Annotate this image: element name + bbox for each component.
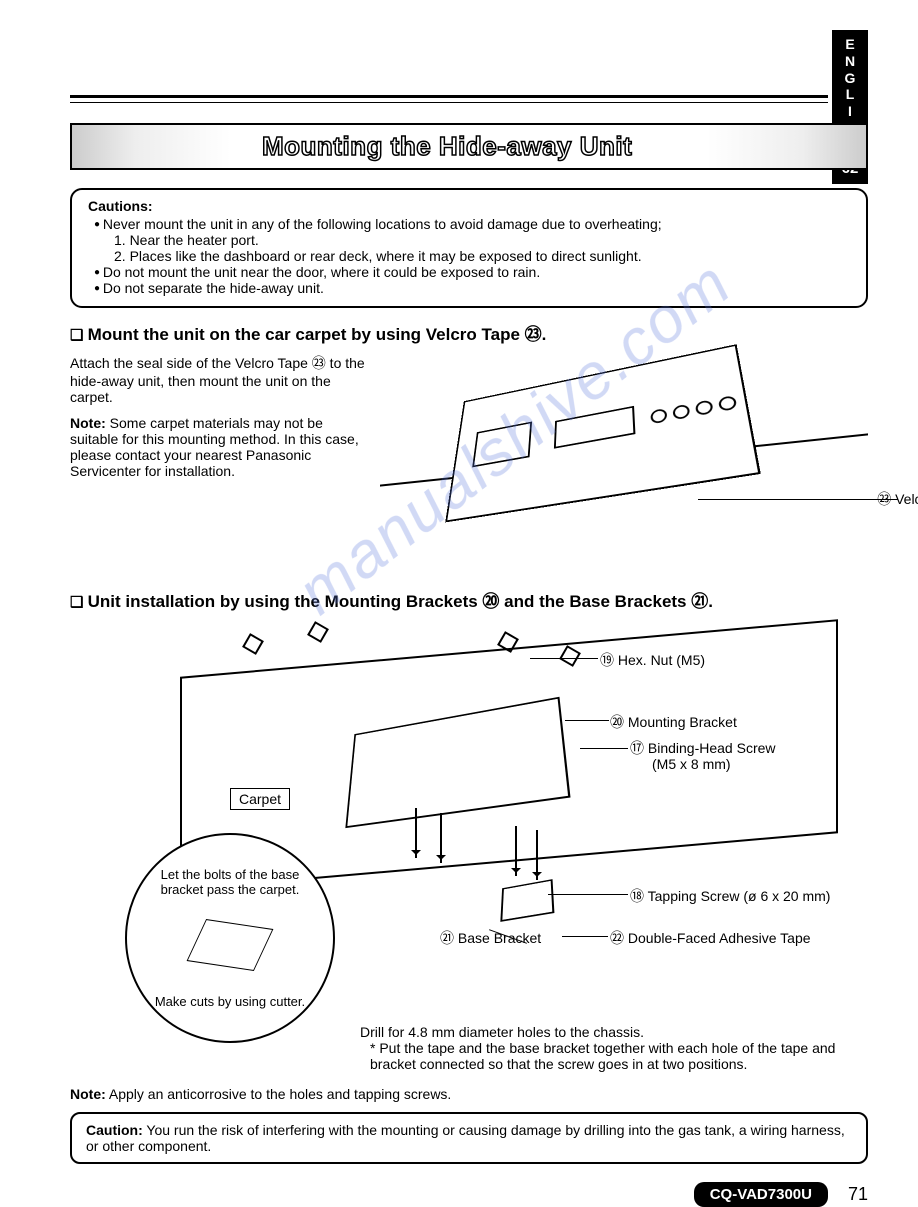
label-hex-nut: ⑲ Hex. Nut (M5) [600, 650, 705, 670]
section1-para1: Attach the seal side of the Velcro Tape … [70, 353, 370, 405]
caution-subitem: 2. Places like the dashboard or rear dec… [114, 248, 850, 264]
section2-figure: Carpet Let the bolts of the base bracket… [70, 618, 868, 1018]
caution-box-bottom: Caution: You run the risk of interfering… [70, 1112, 868, 1164]
screw-icon [415, 808, 417, 858]
note-label: Note: [70, 1086, 106, 1102]
hex-nut-icon [307, 621, 329, 643]
carpet-tag: Carpet [230, 788, 290, 810]
label-mounting-bracket: ⑳ Mounting Bracket [610, 712, 737, 732]
label-base-bracket: ㉑ Base Bracket [440, 928, 541, 948]
screw-icon [440, 813, 442, 863]
velcro-tape-label: ㉓ Velcro Tape [877, 489, 918, 509]
caution-label: Caution: [86, 1122, 143, 1138]
label-binding-head-dim: (M5 x 8 mm) [652, 756, 731, 772]
label-tapping-screw: ⑱ Tapping Screw (ø 6 x 20 mm) [630, 886, 830, 906]
page-number: 71 [848, 1184, 868, 1205]
section2-heading: Unit installation by using the Mounting … [70, 587, 868, 612]
page-footer: CQ-VAD7300U 71 [70, 1182, 868, 1207]
caution-item: Do not separate the hide-away unit. [94, 280, 850, 296]
drill-note: Drill for 4.8 mm diameter holes to the c… [360, 1024, 868, 1072]
manual-page: ENGLISH 62 Mounting the Hide-away Unit C… [0, 0, 918, 1188]
page-title: Mounting the Hide-away Unit [82, 131, 632, 162]
bottom-note: Note: Apply an anticorrosive to the hole… [70, 1086, 868, 1102]
section1-text: Attach the seal side of the Velcro Tape … [70, 349, 370, 579]
caution-item: Do not mount the unit near the door, whe… [94, 264, 850, 280]
title-banner: Mounting the Hide-away Unit [70, 123, 868, 170]
loupe-text-top: Let the bolts of the base bracket pass t… [145, 867, 315, 897]
label-binding-head: ⑰ Binding-Head Screw [630, 738, 776, 758]
note-text: Some carpet materials may not be suitabl… [70, 415, 359, 479]
drill-note-line2: * Put the tape and the base bracket toge… [370, 1040, 868, 1072]
horizontal-rule [70, 95, 828, 103]
screw-icon [536, 830, 538, 880]
cautions-heading: Cautions: [88, 198, 850, 214]
base-bracket-illustration [500, 879, 554, 922]
section1-body: Attach the seal side of the Velcro Tape … [70, 349, 868, 579]
caution-item: Never mount the unit in any of the follo… [94, 216, 850, 232]
caution-text: You run the risk of interfering with the… [86, 1122, 845, 1154]
label-adhesive-tape: ㉒ Double-Faced Adhesive Tape [610, 928, 811, 948]
section1-figure: ㉓ Velcro Tape [380, 349, 868, 579]
drill-note-line1: Drill for 4.8 mm diameter holes to the c… [360, 1024, 644, 1040]
model-number: CQ-VAD7300U [694, 1182, 828, 1207]
note-label: Note: [70, 415, 106, 431]
section1-note: Note: Some carpet materials may not be s… [70, 415, 370, 479]
bottom-note-text: Apply an anticorrosive to the holes and … [106, 1086, 452, 1102]
carpet-cut-illustration [187, 919, 274, 971]
screw-icon [515, 826, 517, 876]
section1-heading: Mount the unit on the car carpet by usin… [70, 320, 868, 345]
detail-magnifier: Let the bolts of the base bracket pass t… [125, 833, 335, 1043]
loupe-text-bottom: Make cuts by using cutter. [155, 994, 305, 1009]
caution-subitem: 1. Near the heater port. [114, 232, 850, 248]
hex-nut-icon [242, 633, 264, 655]
cautions-box: Cautions: Never mount the unit in any of… [70, 188, 868, 308]
